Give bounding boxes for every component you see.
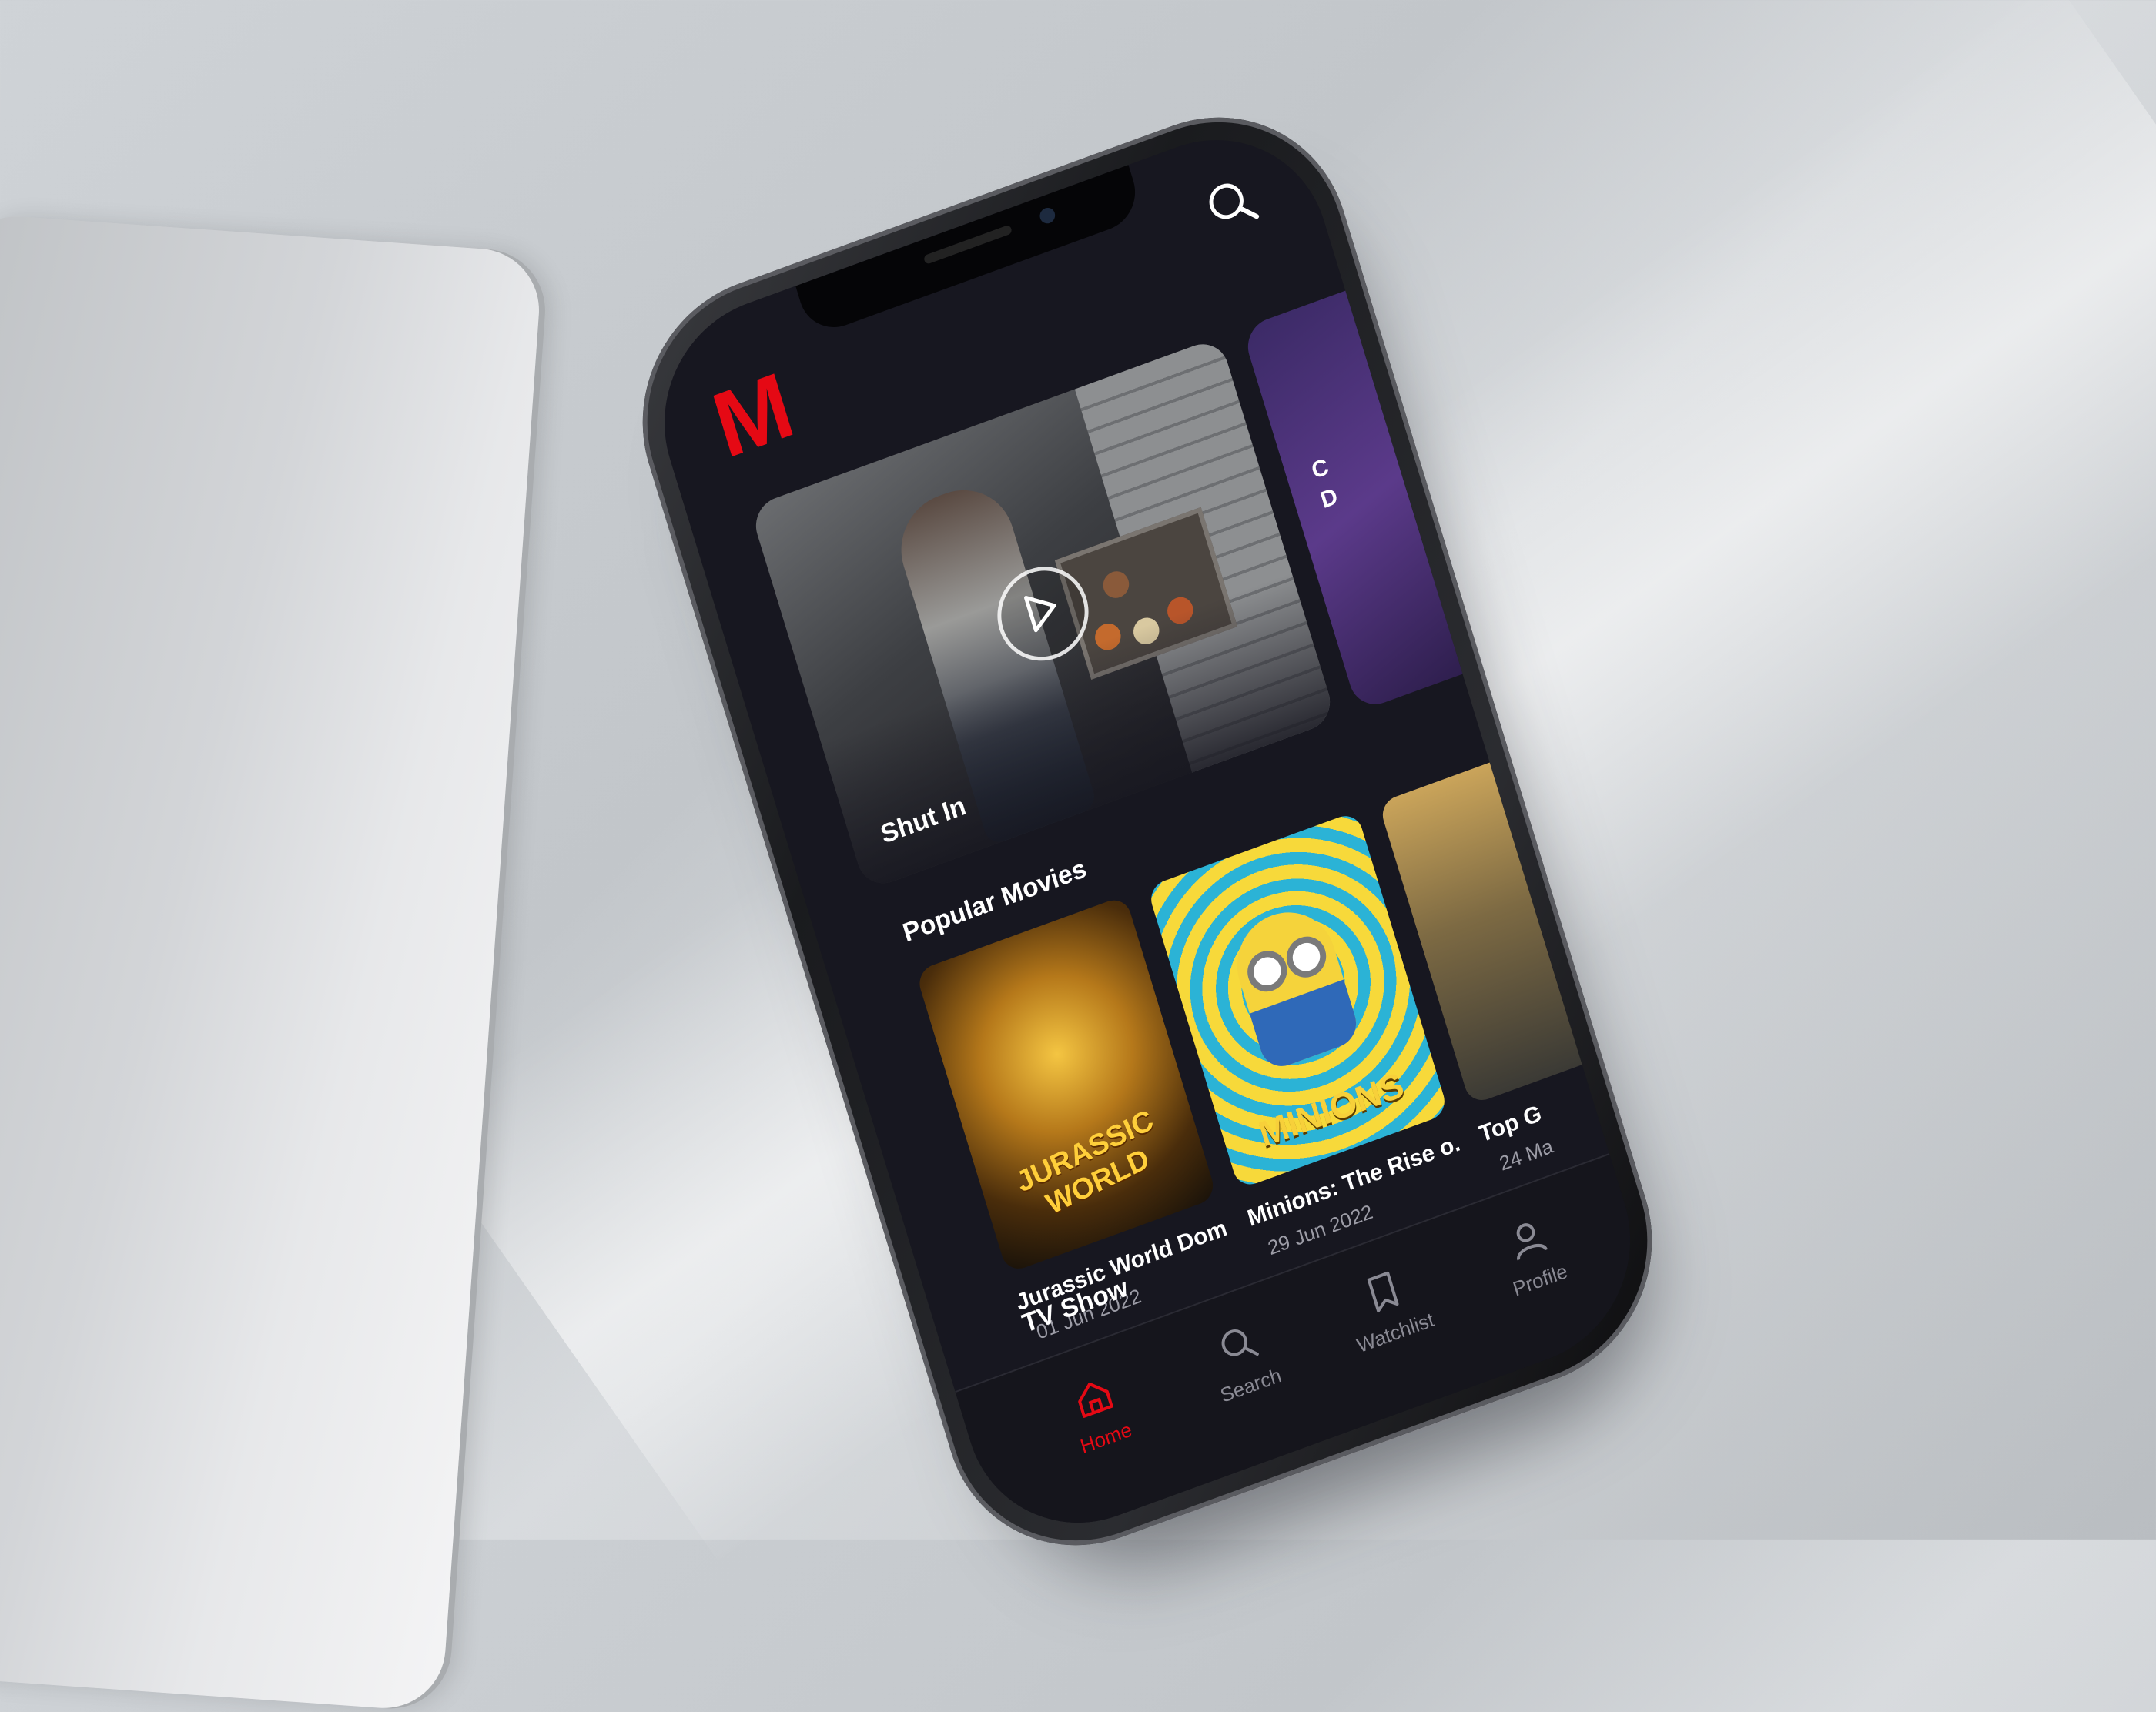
search-icon[interactable] bbox=[1198, 169, 1264, 239]
hero-next-letter: C bbox=[1308, 453, 1332, 484]
poster-title-art: JURASSIC WORLD bbox=[1012, 1104, 1159, 1222]
front-camera bbox=[1037, 206, 1057, 226]
phone-notch bbox=[795, 165, 1144, 338]
bookmark-icon bbox=[1367, 1271, 1399, 1312]
nav-profile[interactable]: Profile bbox=[1471, 1201, 1594, 1310]
nav-search[interactable]: Search bbox=[1182, 1306, 1305, 1416]
nav-search-label: Search bbox=[1217, 1363, 1284, 1407]
person-icon bbox=[1516, 1223, 1548, 1261]
search-icon bbox=[1221, 1329, 1259, 1356]
nav-home-label: Home bbox=[1077, 1417, 1135, 1459]
speaker-grille bbox=[922, 224, 1013, 266]
hero-banner[interactable]: Shut In bbox=[748, 336, 1337, 891]
hero-next-letter: D bbox=[1317, 483, 1341, 514]
poster-title-art: MINIONS bbox=[1254, 1064, 1408, 1155]
nav-profile-label: Profile bbox=[1510, 1259, 1571, 1301]
phone-mockup: M Shut In C D Popular Movies JURASSIC WO… bbox=[608, 78, 1686, 1606]
laptop-surface bbox=[0, 212, 544, 1712]
home-icon bbox=[1078, 1382, 1113, 1418]
nav-home[interactable]: Home bbox=[1037, 1359, 1160, 1468]
nav-watchlist[interactable]: Watchlist bbox=[1326, 1254, 1449, 1363]
app-logo[interactable]: M bbox=[701, 353, 802, 480]
nav-watchlist-label: Watchlist bbox=[1354, 1307, 1437, 1358]
app-screen: M Shut In C D Popular Movies JURASSIC WO… bbox=[634, 106, 1660, 1557]
